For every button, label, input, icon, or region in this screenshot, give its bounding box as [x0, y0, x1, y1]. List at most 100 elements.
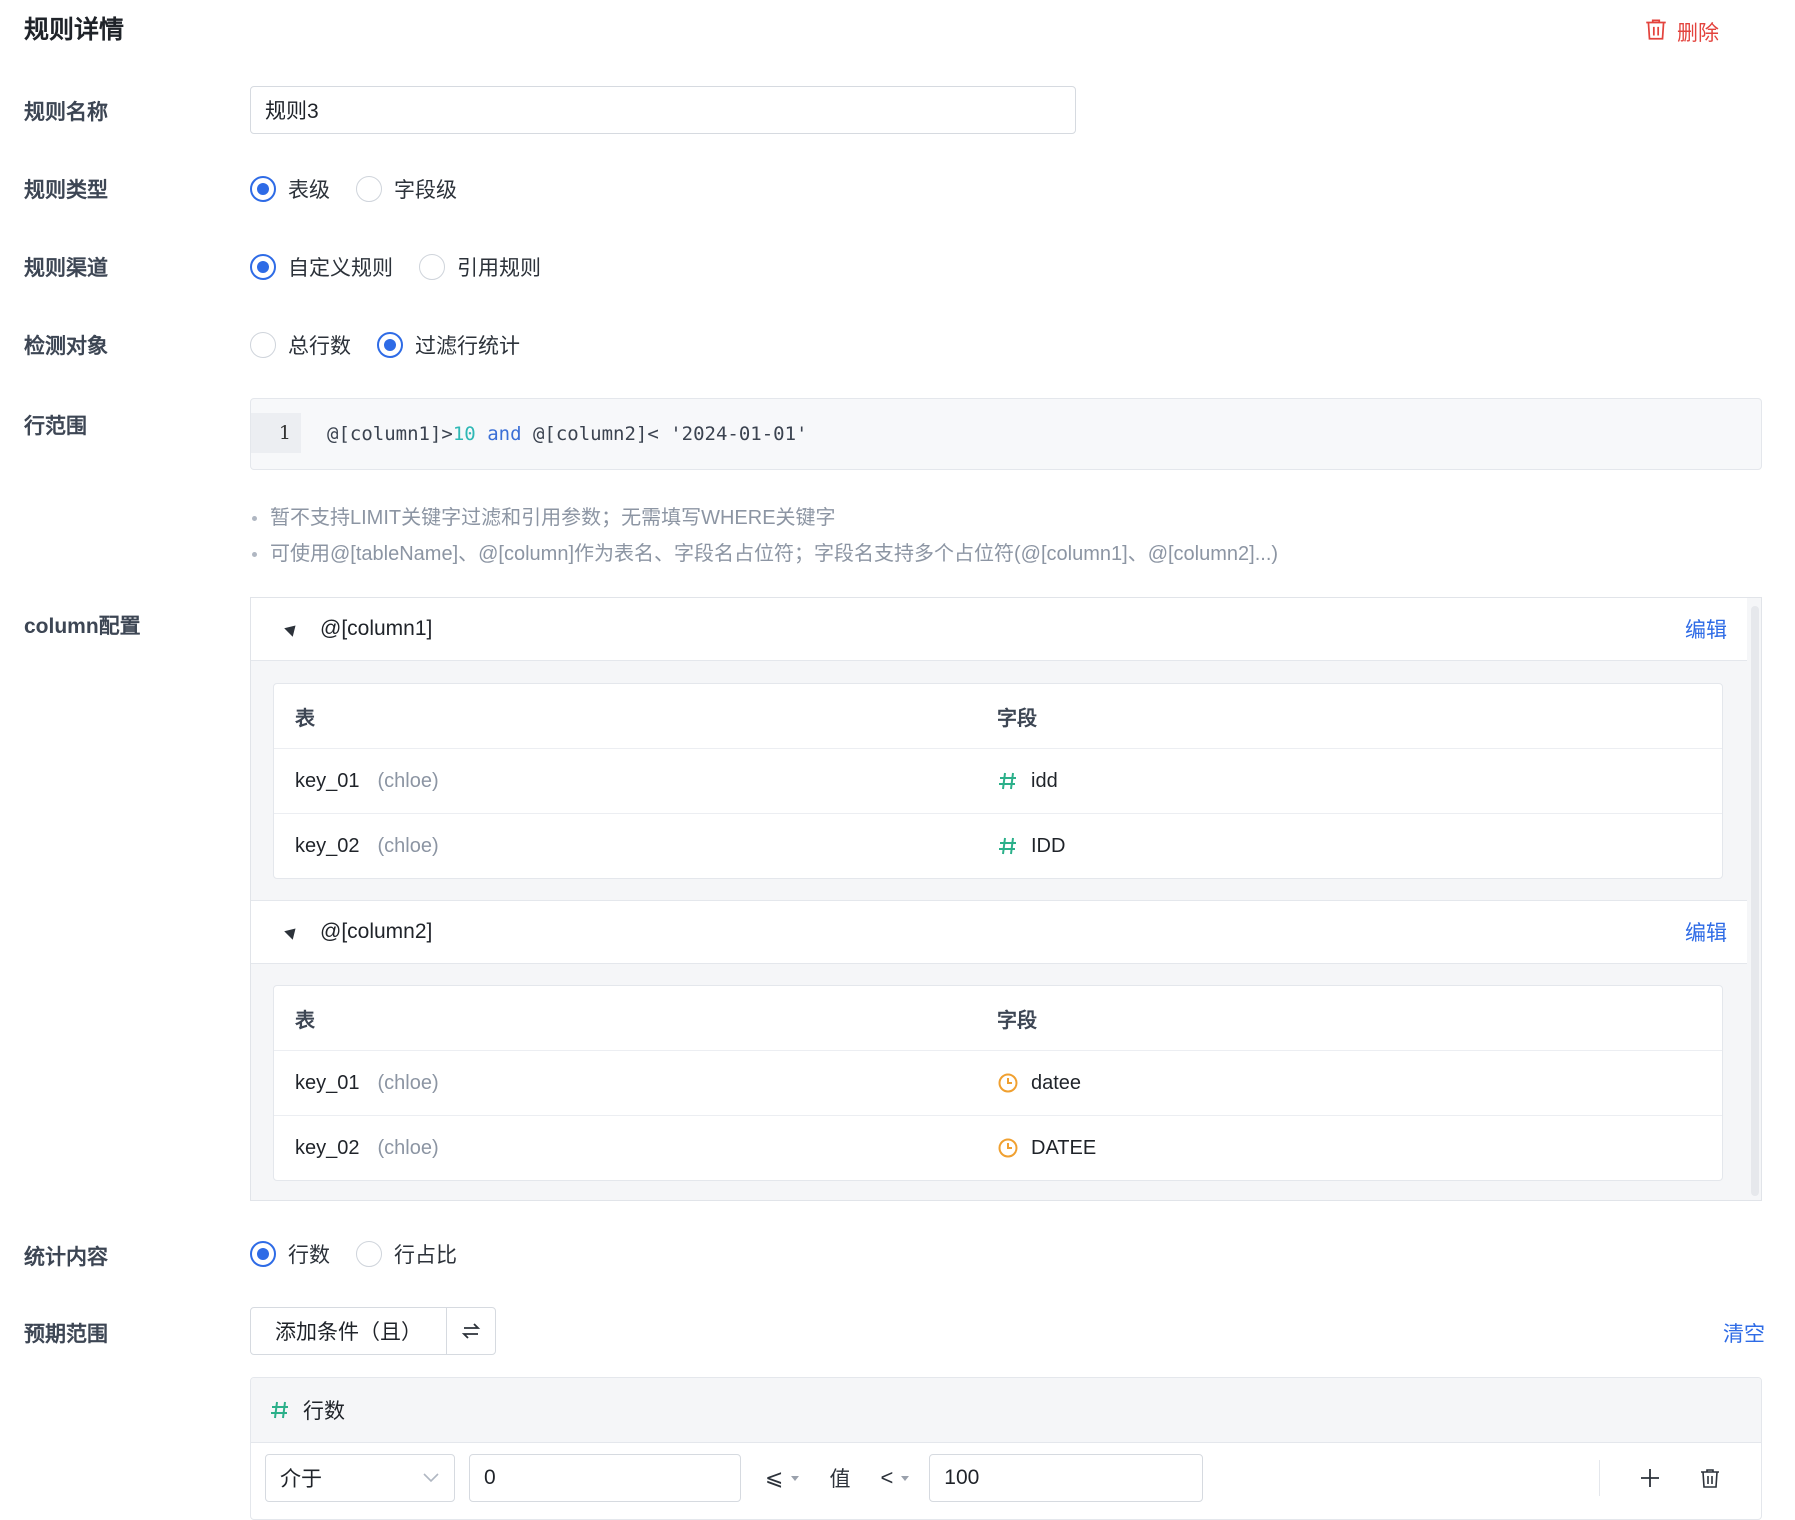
- table-name: key_02: [295, 1136, 360, 1159]
- table-owner: (chloe): [377, 1136, 439, 1159]
- expected-range-label: 预期范围: [24, 1323, 108, 1346]
- divider: [1599, 1460, 1601, 1496]
- rule-name-input[interactable]: 规则3: [250, 86, 1076, 134]
- caret-down-icon: [901, 1475, 910, 1481]
- rule-name-label: 规则名称: [24, 101, 108, 124]
- code-token-keyword: and: [487, 423, 522, 445]
- rule-type-radio-group: 表级 字段级: [250, 174, 483, 204]
- delete-button[interactable]: 删除: [1643, 16, 1719, 48]
- condition-header: 行数: [251, 1378, 1761, 1443]
- radio-table-level[interactable]: 表级: [250, 174, 330, 204]
- radio-label: 自定义规则: [288, 257, 393, 280]
- code-token: @[column1]>: [327, 423, 453, 445]
- max-value-input[interactable]: 100: [929, 1454, 1204, 1502]
- radio-field-level[interactable]: 字段级: [356, 174, 457, 204]
- radio-row-ratio[interactable]: 行占比: [356, 1239, 457, 1269]
- column-name: @[column2]: [320, 920, 433, 943]
- column1-header[interactable]: @[column1] 编辑: [251, 598, 1747, 661]
- operator-select[interactable]: 介于: [265, 1454, 455, 1502]
- hint-list: 暂不支持LIMIT关键字过滤和引用参数；无需填写WHERE关键字 可使用@[ta…: [250, 500, 1278, 572]
- column-config-label: column配置: [24, 615, 141, 638]
- rule-type-label: 规则类型: [24, 179, 108, 202]
- stat-radio-group: 行数 行占比: [250, 1239, 483, 1269]
- radio-reference-rule[interactable]: 引用规则: [419, 252, 541, 282]
- radio-total-rows[interactable]: 总行数: [250, 330, 351, 360]
- edit-link[interactable]: 编辑: [1685, 614, 1727, 644]
- clear-button[interactable]: 清空: [1723, 1318, 1765, 1348]
- operator-value: 介于: [280, 1468, 322, 1491]
- trash-icon[interactable]: [1698, 1466, 1722, 1490]
- trash-icon: [1643, 16, 1669, 48]
- field-name: idd: [1031, 769, 1058, 792]
- min-value: 0: [484, 1466, 496, 1489]
- radio-label: 引用规则: [457, 257, 541, 280]
- min-value-input[interactable]: 0: [469, 1454, 741, 1502]
- radio-unchecked-icon: [419, 254, 445, 280]
- column-name: @[column1]: [320, 617, 433, 640]
- edit-link[interactable]: 编辑: [1685, 917, 1727, 947]
- header-table: 表: [295, 1009, 315, 1032]
- code-token: @[column2]< '2024-01-01': [521, 423, 808, 445]
- radio-row-count[interactable]: 行数: [250, 1239, 330, 1269]
- collapse-caret-icon[interactable]: [284, 621, 300, 637]
- field-name: IDD: [1031, 834, 1066, 857]
- target-label: 检测对象: [24, 335, 108, 358]
- radio-custom-rule[interactable]: 自定义规则: [250, 252, 393, 282]
- table-owner: (chloe): [377, 1071, 439, 1094]
- upper-operator-select[interactable]: <: [880, 1465, 910, 1491]
- column-config-panel: @[column1] 编辑 表 字段 key_01 (chloe) idd key…: [250, 597, 1762, 1201]
- max-value: 100: [944, 1466, 980, 1489]
- rule-channel-radio-group: 自定义规则 引用规则: [250, 252, 567, 282]
- condition-button-group: 添加条件（且）: [250, 1307, 496, 1355]
- add-icon[interactable]: [1640, 1468, 1660, 1488]
- radio-unchecked-icon: [250, 332, 276, 358]
- table-name: key_01: [295, 769, 360, 792]
- swap-icon[interactable]: [447, 1308, 495, 1354]
- radio-label: 行占比: [394, 1244, 457, 1267]
- radio-checked-icon: [250, 1241, 276, 1267]
- condition-row: 介于 0 ⩽ 值 < 100: [265, 1454, 1747, 1502]
- scrollbar[interactable]: [1751, 606, 1759, 1196]
- table-owner: (chloe): [377, 769, 439, 792]
- radio-label: 行数: [288, 1244, 330, 1267]
- header-field: 字段: [997, 1009, 1037, 1032]
- line-number: 1: [251, 413, 301, 453]
- radio-label: 总行数: [288, 335, 351, 358]
- condition-metric: 行数: [303, 1400, 345, 1423]
- rule-channel-label: 规则渠道: [24, 257, 108, 280]
- table-row: key_01 (chloe) idd: [274, 749, 1722, 814]
- collapse-caret-icon[interactable]: [284, 924, 300, 940]
- condition-card: 行数 介于 0 ⩽ 值 < 100: [250, 1377, 1762, 1520]
- rule-name-value: 规则3: [265, 100, 319, 123]
- radio-filter-rows[interactable]: 过滤行统计: [377, 330, 520, 360]
- table-name: key_01: [295, 1071, 360, 1094]
- number-icon: [269, 1399, 291, 1421]
- row-range-label: 行范围: [24, 415, 87, 438]
- clock-icon: [997, 1072, 1019, 1094]
- hint-item: 暂不支持LIMIT关键字过滤和引用参数；无需填写WHERE关键字: [250, 500, 1278, 536]
- code-line: @[column1]> 10 and @[column2]< '2024-01-0…: [301, 399, 808, 469]
- column1-table: 表 字段 key_01 (chloe) idd key_02 (chloe) IDD: [273, 683, 1723, 879]
- column2-header[interactable]: @[column2] 编辑: [251, 900, 1747, 964]
- radio-checked-icon: [250, 254, 276, 280]
- sql-code-editor[interactable]: 1 @[column1]> 10 and @[column2]< '2024-01…: [250, 398, 1762, 470]
- hint-item: 可使用@[tableName]、@[column]作为表名、字段名占位符；字段名…: [250, 536, 1278, 572]
- table-header-row: 表 字段: [274, 986, 1722, 1051]
- table-row: key_02 (chloe) IDD: [274, 814, 1722, 878]
- lower-operator-select[interactable]: ⩽: [765, 1465, 800, 1491]
- number-icon: [997, 770, 1019, 792]
- table-name: key_02: [295, 834, 360, 857]
- radio-label: 过滤行统计: [415, 335, 520, 358]
- header-field: 字段: [997, 707, 1037, 730]
- number-icon: [997, 835, 1019, 857]
- radio-unchecked-icon: [356, 1241, 382, 1267]
- add-condition-button[interactable]: 添加条件（且）: [251, 1308, 447, 1354]
- header-table: 表: [295, 707, 315, 730]
- radio-checked-icon: [250, 176, 276, 202]
- table-row: key_01 (chloe) datee: [274, 1051, 1722, 1116]
- table-header-row: 表 字段: [274, 684, 1722, 749]
- code-token-number: 10: [452, 423, 476, 445]
- stat-content-label: 统计内容: [24, 1246, 108, 1269]
- chevron-down-icon: [423, 1473, 439, 1483]
